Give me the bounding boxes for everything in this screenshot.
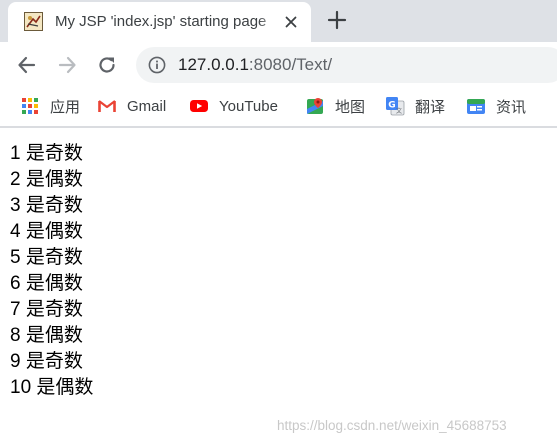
bookmark-youtube[interactable]: YouTube [189,94,278,118]
url-host: 127.0.0.1 [178,55,249,74]
tab-title: My JSP 'index.jsp' starting page [55,13,267,30]
close-tab-icon[interactable] [283,14,299,30]
back-arrow-icon[interactable] [16,54,38,76]
bookmark-maps[interactable]: 地图 [305,94,365,118]
bookmark-translate[interactable]: G 文 翻译 [385,94,445,118]
output-line: 1 是奇数 [10,143,83,164]
bookmark-gmail[interactable]: Gmail [97,94,166,118]
output-line: 5 是奇数 [10,247,83,268]
bookmark-label: 翻译 [415,98,446,116]
svg-text:文: 文 [396,107,402,115]
output-line: 3 是奇数 [10,195,83,216]
tab-strip: My JSP 'index.jsp' starting page [0,0,557,42]
output-line: 8 是偶数 [10,325,83,346]
bookmark-label: 地图 [335,98,366,116]
output-line: 2 是偶数 [10,169,83,190]
url-path: :8080/Text/ [248,55,333,74]
gmail-icon [98,100,116,112]
bookmark-label: 资讯 [496,98,527,116]
reload-icon[interactable] [96,54,118,76]
translate-icon: G 文 [386,97,405,116]
output-line: 4 是偶数 [10,221,83,242]
bookmark-label: YouTube [219,97,278,115]
new-tab-icon[interactable] [327,10,347,30]
address-bar[interactable]: 127.0.0.1:8080/Text/ [136,47,557,83]
browser-tab[interactable]: My JSP 'index.jsp' starting page [8,2,311,42]
news-icon [467,99,485,114]
output-line: 10 是偶数 [10,377,94,398]
bookmark-label: Gmail [127,97,167,115]
maps-icon [307,98,323,114]
bookmark-apps[interactable]: 应用 [20,94,80,118]
output-line: 6 是偶数 [10,273,83,294]
site-info-icon[interactable] [148,56,166,74]
watermark-text: https://blog.csdn.net/weixin_45688753 [277,418,507,433]
svg-text:G: G [388,101,395,111]
page-content: 1 是奇数 2 是偶数 3 是奇数 4 是偶数 5 是奇数 6 是偶数 7 是奇… [10,141,93,401]
jsp-page-icon [24,12,43,31]
bookmark-news[interactable]: 资讯 [466,94,526,118]
toolbar-divider [0,126,557,128]
output-line: 7 是奇数 [10,299,83,320]
bookmarks-bar: 应用 Gmail YouTube 地图 G 文 翻译 资讯 [0,88,557,126]
apps-grid-icon [22,98,38,114]
address-url[interactable]: 127.0.0.1:8080/Text/ [178,54,332,76]
youtube-icon [190,100,208,112]
forward-arrow-icon[interactable] [56,54,78,76]
output-line: 9 是奇数 [10,351,83,372]
bookmark-label: 应用 [50,98,81,116]
browser-toolbar: 127.0.0.1:8080/Text/ [0,42,557,88]
